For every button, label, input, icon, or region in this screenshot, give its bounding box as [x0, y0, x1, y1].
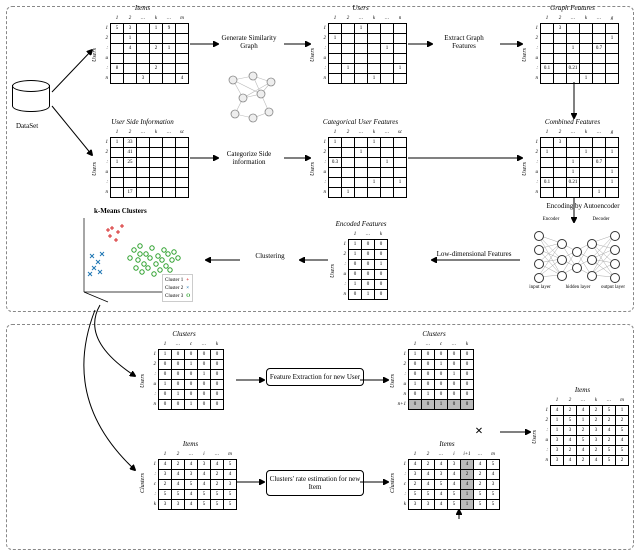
label-feature-new-user: Feature Extraction for new User	[266, 368, 364, 386]
label-extract-graph: Extract Graph Features	[434, 34, 494, 50]
dataset-label: DataSet	[16, 122, 38, 130]
matrix-result-items: ItemsUsers12…k…m14242512151222:132345u34…	[536, 396, 629, 466]
matrix-items-clusters: ItemsClusters12…i…m1424345:343424c245423…	[144, 450, 237, 510]
autoencoder-illustration: Encoder Decoder input layer hidden layer…	[526, 225, 626, 295]
matrix-clusters-users-ext: ClustersUsers1…c…k110000200100:00010u100…	[394, 340, 474, 410]
label-cluster-rate-new-item: Clusters' rate estimation for new Item	[266, 470, 364, 496]
label-categorize: Categorize Side information	[219, 150, 279, 166]
matrix-graph-features: Graph FeaturesUsers12…k…g1321:10.7u:0.10…	[526, 14, 619, 84]
matrix-users: UsersUsers12…k…n1121:1u:11n1	[314, 14, 407, 84]
multiply-symbol: ×	[475, 424, 483, 440]
matrix-items-clusters-ext: ItemsClusters12…ii+1…m14243445:3434224c2…	[394, 450, 500, 510]
matrix-items: ItemsUsers12…k…m1531921:421u:82n34	[96, 14, 189, 84]
scatter-plot: k-Means Clusters	[70, 210, 200, 305]
matrix-clusters-users: ClustersUsers1…c…k110000200100:00010u100…	[144, 340, 224, 410]
label-encoding: Encoding by Autoencoder	[538, 202, 628, 210]
matrix-user-side-info: User Side InformationUsers12…k…sc1133241…	[96, 128, 189, 198]
matrix-encoded-features: Encoded FeaturesUsers1…k11002100:001u000…	[334, 230, 388, 300]
label-gen-graph: Generate Similarity Graph	[219, 34, 279, 50]
matrix-categorical-features: Categorical User FeaturesUsers12…k…sc111…	[314, 128, 407, 198]
label-clustering: Clustering	[240, 252, 300, 260]
dataset-icon	[12, 80, 52, 120]
similarity-graph-illustration	[225, 70, 280, 125]
matrix-combined-features: Combined FeaturesUsers12…k…g132111:10.7u…	[526, 128, 619, 198]
label-lowdim: Low-dimensional Features	[434, 250, 514, 258]
